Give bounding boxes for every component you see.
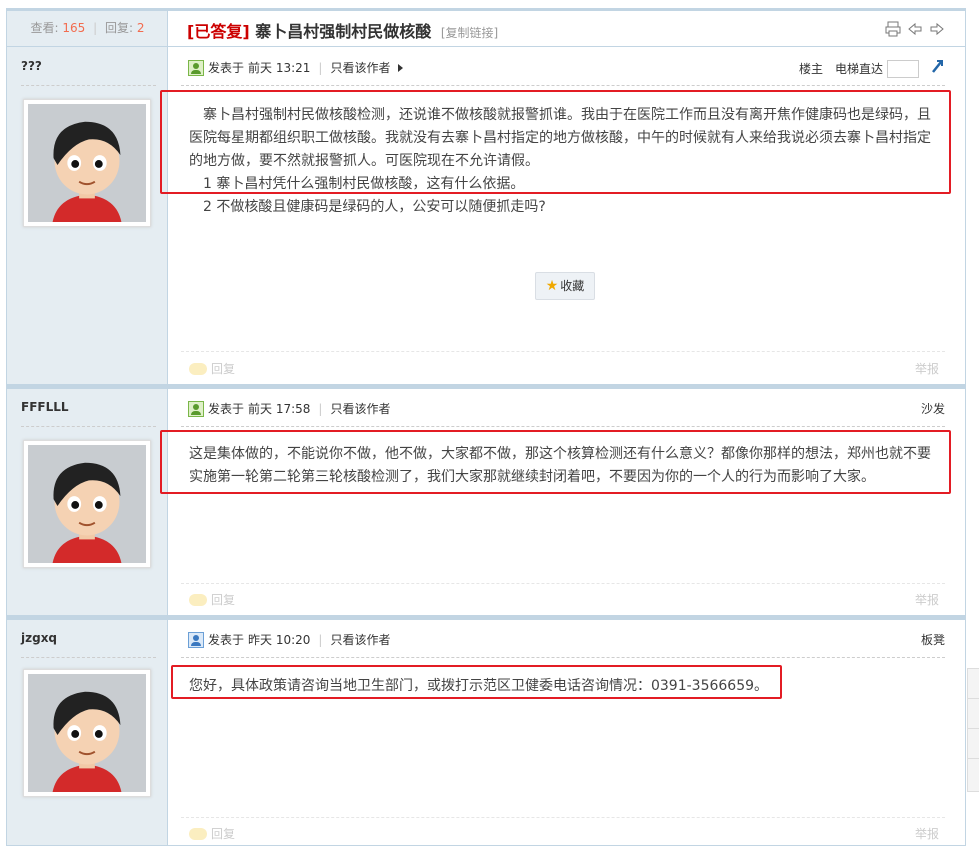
reply-label: 回复 xyxy=(211,362,236,376)
scroll-segment[interactable] xyxy=(968,699,979,729)
copy-link-button[interactable]: [复制链接] xyxy=(441,26,498,40)
online-status-icon xyxy=(188,632,204,648)
post-paragraph: 2 不做核酸且健康码是绿码的人，公安可以随便抓走吗? xyxy=(203,199,546,215)
author-divider xyxy=(21,657,156,658)
avatar[interactable] xyxy=(23,99,151,227)
meta-divider-line xyxy=(181,426,945,427)
highlight-box xyxy=(171,665,782,699)
thread-title: [已答复] 寨卜昌村强制村民做核酸 [复制链接] xyxy=(187,18,498,42)
star-icon: ★ xyxy=(545,278,559,294)
print-icon[interactable] xyxy=(885,21,901,37)
next-thread-icon[interactable] xyxy=(929,21,945,37)
post-2: FFFLLL 发表于 前天 17:58 | 只看该作者 沙发 这是集体做的，不能… xyxy=(7,389,965,615)
floor-label: 板凳 xyxy=(920,633,945,647)
elevator-label: 电梯直达 xyxy=(834,62,883,76)
online-status-icon xyxy=(188,60,204,76)
avatar-image xyxy=(28,104,146,222)
reply-bubble-icon xyxy=(189,827,207,840)
reply-label: 回复 xyxy=(211,827,236,841)
reply-bubble-icon xyxy=(189,593,207,606)
floor-label: 沙发 xyxy=(920,402,945,416)
author-name[interactable]: FFFLLL xyxy=(21,400,69,414)
report-link[interactable]: 举报 xyxy=(915,360,939,377)
avatar[interactable] xyxy=(23,440,151,568)
favorite-button[interactable]: ★ 收藏 xyxy=(535,272,595,300)
title-text: 寨卜昌村强制村民做核酸 xyxy=(255,22,432,41)
author-name[interactable]: jzgxq xyxy=(21,631,57,645)
post-footer-line xyxy=(181,583,945,584)
author-name[interactable]: ??? xyxy=(21,59,42,73)
post-3: jzgxq 发表于 昨天 10:20 | 只看该作者 板凳 您好，具体政策请咨询… xyxy=(7,620,965,849)
scroll-segment[interactable] xyxy=(968,729,979,759)
author-only-link[interactable]: 只看该作者 xyxy=(330,58,390,78)
avatar-image xyxy=(28,674,146,792)
post-meta: 发表于 前天 17:58 | 只看该作者 沙发 xyxy=(188,399,945,419)
post-footer-line xyxy=(181,817,945,818)
avatar[interactable] xyxy=(23,669,151,797)
posted-label: 发表于 xyxy=(208,633,245,647)
online-status-icon xyxy=(188,401,204,417)
views-count: 165 xyxy=(62,21,86,35)
author-only-link[interactable]: 只看该作者 xyxy=(330,399,390,419)
post-meta: 发表于 昨天 10:20 | 只看该作者 板凳 xyxy=(188,630,945,650)
posted-label: 发表于 xyxy=(208,402,245,416)
reply-button[interactable]: 回复 xyxy=(189,360,235,377)
stats-divider: | xyxy=(93,21,98,35)
thread-container: 查看: 165 | 回复: 2 [已答复] 寨卜昌村强制村民做核酸 [复制链接]… xyxy=(6,8,966,846)
meta-divider: | xyxy=(318,61,323,75)
post-1: ??? 发表于 前天 13:21 | 只看该作者 楼主 电梯直达 寨卜昌村强制村… xyxy=(7,48,965,384)
meta-divider-line xyxy=(181,85,945,86)
favorite-label: 收藏 xyxy=(560,279,585,293)
highlight-box xyxy=(160,430,951,494)
reply-label: 回复 xyxy=(211,593,236,607)
meta-divider: | xyxy=(318,633,323,647)
reply-button[interactable]: 回复 xyxy=(189,825,235,842)
caret-right-icon xyxy=(398,64,404,72)
posted-label: 发表于 xyxy=(208,61,245,75)
report-link[interactable]: 举报 xyxy=(915,591,939,608)
post-footer-line xyxy=(181,351,945,352)
reply-button[interactable]: 回复 xyxy=(189,591,235,608)
post-time: 昨天 10:20 xyxy=(248,633,311,647)
go-arrow-icon[interactable] xyxy=(931,58,945,80)
replies-count: 2 xyxy=(136,21,145,35)
floor-jump-input[interactable] xyxy=(887,60,919,78)
meta-divider-line xyxy=(181,657,945,658)
author-only-link[interactable]: 只看该作者 xyxy=(330,630,390,650)
highlight-box xyxy=(160,90,951,194)
author-divider xyxy=(21,426,156,427)
prev-thread-icon[interactable] xyxy=(907,21,923,37)
side-scrollbar[interactable] xyxy=(967,668,979,792)
thread-header: 查看: 165 | 回复: 2 [已答复] 寨卜昌村强制村民做核酸 [复制链接] xyxy=(7,11,965,47)
views-label: 查看: xyxy=(30,21,59,35)
meta-divider: | xyxy=(318,402,323,416)
reply-bubble-icon xyxy=(189,362,207,375)
post-meta: 发表于 前天 13:21 | 只看该作者 楼主 电梯直达 xyxy=(188,58,945,78)
answered-tag: [已答复] xyxy=(187,22,250,41)
report-link[interactable]: 举报 xyxy=(915,825,939,842)
scroll-segment[interactable] xyxy=(968,669,979,699)
post-time: 前天 17:58 xyxy=(248,402,311,416)
header-tools xyxy=(885,21,945,37)
author-divider xyxy=(21,85,156,86)
floor-label: 楼主 xyxy=(798,62,823,76)
avatar-image xyxy=(28,445,146,563)
thread-stats: 查看: 165 | 回复: 2 xyxy=(7,11,168,47)
post-time: 前天 13:21 xyxy=(248,61,311,75)
replies-label: 回复: xyxy=(104,21,134,35)
